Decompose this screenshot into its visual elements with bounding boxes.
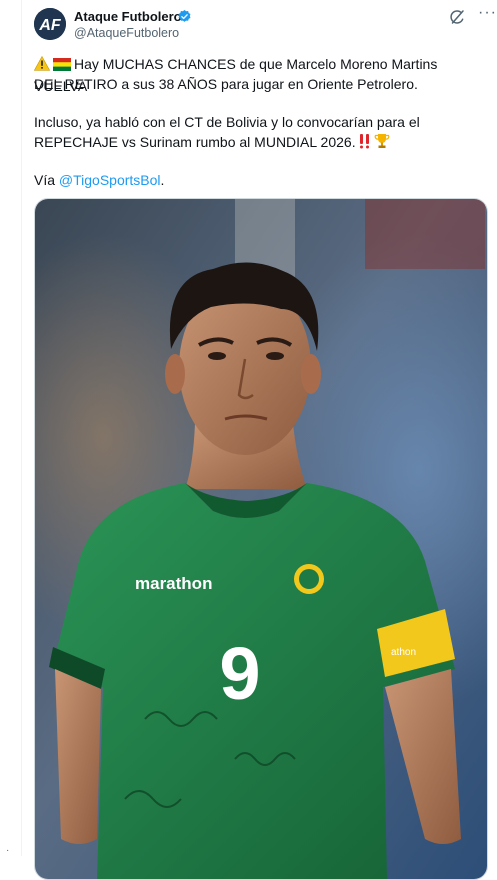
armband-text: athon [391,647,416,658]
mention-link[interactable]: @TigoSportsBol [59,172,161,188]
post-text-line-4: REPECHAJE vs Surinam rumbo al MUNDIAL 20… [34,132,494,154]
post-photo[interactable]: athon marathon 9 [34,198,488,880]
grok-icon[interactable] [448,8,466,26]
double-exclamation-emoji [359,134,371,154]
verified-badge-icon [178,9,191,22]
svg-text:AF: AF [38,17,62,34]
post-text-line-3: Incluso, ya habló con el CT de Bolivia y… [34,114,420,130]
player-photo-image: athon marathon 9 [35,199,487,879]
trophy-emoji [374,133,390,154]
jersey-brand-text: marathon [135,574,212,593]
post-text-line-2: DEL RETIRO a sus 38 AÑOS para jugar en O… [34,76,418,92]
ataque-futbolero-logo: AF [34,8,66,40]
post-text-line-5: Vía @TigoSportsBol. [34,172,165,188]
author-name[interactable]: Ataque Futbolero [74,9,182,24]
author-handle[interactable]: @AtaqueFutbolero [74,26,179,40]
tweet[interactable]: AF Ataque Futbolero @AtaqueFutbolero ···… [22,0,497,880]
rail-marker: · [6,845,10,856]
jersey-number-text: 9 [219,632,260,715]
more-icon[interactable]: ··· [478,4,497,22]
author-avatar[interactable]: AF [34,8,66,40]
warning-emoji [33,55,51,76]
bolivia-flag-emoji [53,56,71,76]
